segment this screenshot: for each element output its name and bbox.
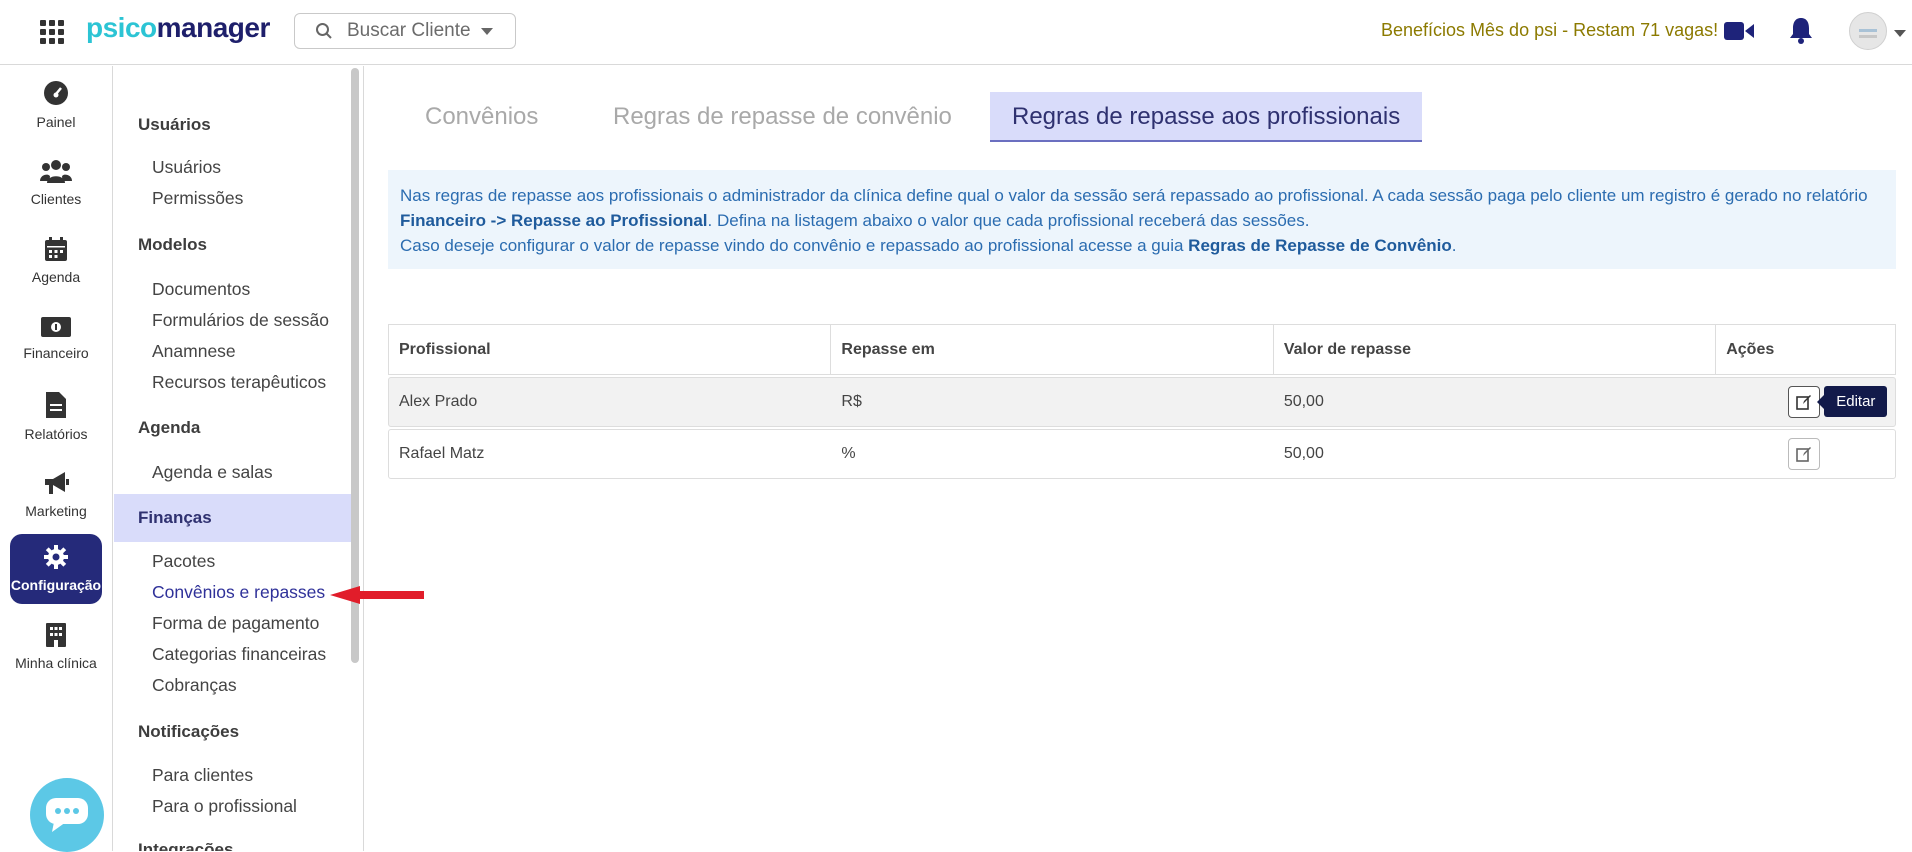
logo-part-psico: psico xyxy=(86,12,157,43)
chevron-down-icon[interactable] xyxy=(1894,30,1906,37)
sidebar-section-usuarios: Usuários xyxy=(138,115,211,134)
column-header-acoes: Ações xyxy=(1726,340,1775,358)
edit-icon xyxy=(1796,395,1812,410)
sidebar-item-documentos[interactable]: Documentos xyxy=(152,279,250,300)
tab-regras-repasse-profissionais[interactable]: Regras de repasse aos profissionais xyxy=(990,92,1423,142)
nav-marketing[interactable]: Marketing xyxy=(10,460,102,530)
nav-agenda[interactable]: Agenda xyxy=(10,226,102,296)
info-line-1: Nas regras de repasse aos profissionais … xyxy=(400,183,1884,233)
nav-label: Clientes xyxy=(30,191,82,207)
cell-valor: 50,00 xyxy=(1283,445,1324,462)
sidebar-section-modelos: Modelos xyxy=(138,235,207,254)
sidebar-section-notificacoes: Notificações xyxy=(138,722,240,741)
sidebar-section-financas[interactable]: Finanças xyxy=(114,494,351,542)
cell-profissional: Alex Prado xyxy=(399,393,478,410)
edit-icon xyxy=(1796,447,1812,462)
table-row[interactable]: Rafael Matz % 50,00 xyxy=(388,429,1896,479)
bell-icon[interactable] xyxy=(1788,16,1814,44)
chevron-down-icon xyxy=(480,27,493,35)
table-header: Profissional Repasse em Valor de repasse… xyxy=(388,324,1896,375)
info-box: Nas regras de repasse aos profissionais … xyxy=(388,170,1896,269)
nav-label: Relatórios xyxy=(24,426,88,442)
sidebar-item-cobrancas[interactable]: Cobranças xyxy=(152,675,237,696)
sidebar-item-formularios[interactable]: Formulários de sessão xyxy=(152,310,329,331)
sidebar-item-para-clientes[interactable]: Para clientes xyxy=(152,765,253,786)
nav-minha-clinica[interactable]: Minha clínica xyxy=(10,612,102,682)
avatar[interactable] xyxy=(1849,12,1887,50)
sidebar-item-convenios-repasses[interactable]: Convênios e repasses xyxy=(152,582,325,603)
sidebar-item-anamnese[interactable]: Anamnese xyxy=(152,341,236,362)
info-text: . Defina na listagem abaixo o valor que … xyxy=(707,211,1310,230)
sidebar-item-permissoes[interactable]: Permissões xyxy=(152,188,243,209)
nav-label: Configuração xyxy=(10,577,102,593)
search-placeholder: Buscar Cliente xyxy=(347,20,471,41)
info-link-regras-convenio: Regras de Repasse de Convênio xyxy=(1188,236,1452,255)
chat-button[interactable] xyxy=(30,778,104,852)
cell-repasse-em: R$ xyxy=(841,393,862,410)
info-link-financeiro: Financeiro -> Repasse ao Profissional xyxy=(400,211,708,230)
logo[interactable]: psicomanager xyxy=(86,12,270,44)
column-header-valor: Valor de repasse xyxy=(1274,325,1717,374)
column-header-repasse-em: Repasse em xyxy=(831,325,1274,374)
nav-label: Marketing xyxy=(25,503,87,519)
gauge-icon xyxy=(44,81,68,105)
client-search[interactable]: Buscar Cliente xyxy=(294,13,516,49)
nav-financeiro[interactable]: Financeiro xyxy=(10,304,102,374)
video-camera-icon[interactable] xyxy=(1724,20,1754,42)
money-icon xyxy=(41,317,71,337)
document-icon xyxy=(46,392,66,418)
building-icon xyxy=(46,623,66,647)
edit-tooltip: Editar xyxy=(1817,386,1888,417)
top-bar: psicomanager Buscar Cliente Benefícios M… xyxy=(0,0,1912,65)
info-text: Nas regras de repasse aos profissionais … xyxy=(400,186,1868,205)
logo-part-manager: manager xyxy=(156,12,271,43)
main-content: Convênios Regras de repasse de convênio … xyxy=(365,66,1912,851)
sidebar-item-agenda-salas[interactable]: Agenda e salas xyxy=(152,462,273,483)
nav-label: Minha clínica xyxy=(15,655,97,671)
users-icon xyxy=(40,160,72,183)
sidebar-item-recursos[interactable]: Recursos terapêuticos xyxy=(152,372,326,393)
sidebar-item-forma-pagamento[interactable]: Forma de pagamento xyxy=(152,613,319,634)
main-nav-rail: Painel Clientes Agenda Financeiro Relató… xyxy=(0,66,113,851)
cell-repasse-em: % xyxy=(841,445,856,462)
nav-painel[interactable]: Painel xyxy=(10,70,102,140)
promo-banner-link[interactable]: Benefícios Mês do psi - Restam 71 vagas! xyxy=(1381,20,1718,41)
table-row[interactable]: Alex Prado R$ 50,00 Editar xyxy=(388,377,1896,427)
gear-icon xyxy=(44,545,68,569)
edit-button[interactable] xyxy=(1788,386,1821,418)
nav-relatorios[interactable]: Relatórios xyxy=(10,382,102,452)
tab-regras-repasse-convenio[interactable]: Regras de repasse de convênio xyxy=(613,92,952,142)
settings-sidebar: Usuários Usuários Permissões Modelos Doc… xyxy=(114,66,364,851)
sidebar-scrollbar[interactable] xyxy=(351,68,359,663)
sidebar-item-para-profissional[interactable]: Para o profissional xyxy=(152,796,297,817)
info-text: Caso deseje configurar o valor de repass… xyxy=(400,236,1189,255)
column-header-profissional: Profissional xyxy=(389,325,832,374)
sidebar-item-usuarios[interactable]: Usuários xyxy=(152,157,221,178)
cell-profissional: Rafael Matz xyxy=(399,445,485,462)
tab-convenios[interactable]: Convênios xyxy=(425,92,538,142)
megaphone-icon xyxy=(45,472,69,494)
nav-label: Agenda xyxy=(31,269,81,285)
cell-acoes xyxy=(1716,430,1895,478)
apps-grid-icon[interactable] xyxy=(40,20,64,44)
sidebar-item-pacotes[interactable]: Pacotes xyxy=(152,551,215,572)
info-text: . xyxy=(1451,236,1457,255)
sidebar-item-categorias[interactable]: Categorias financeiras xyxy=(152,644,326,665)
cell-acoes: Editar xyxy=(1716,378,1895,426)
search-icon xyxy=(316,23,332,39)
cell-valor: 50,00 xyxy=(1283,393,1324,410)
chat-bubble-icon xyxy=(46,798,88,832)
calendar-icon xyxy=(45,237,67,261)
nav-configuracao[interactable]: Configuração xyxy=(10,534,102,604)
nav-label: Financeiro xyxy=(23,345,89,361)
sidebar-section-integracoes: Integrações xyxy=(138,840,234,851)
repasse-table: Profissional Repasse em Valor de repasse… xyxy=(388,324,1896,479)
sidebar-section-agenda: Agenda xyxy=(138,418,201,437)
nav-label: Painel xyxy=(36,114,76,130)
info-line-2: Caso deseje configurar o valor de repass… xyxy=(400,233,1884,258)
edit-button[interactable] xyxy=(1788,438,1821,470)
nav-clientes[interactable]: Clientes xyxy=(10,148,102,218)
